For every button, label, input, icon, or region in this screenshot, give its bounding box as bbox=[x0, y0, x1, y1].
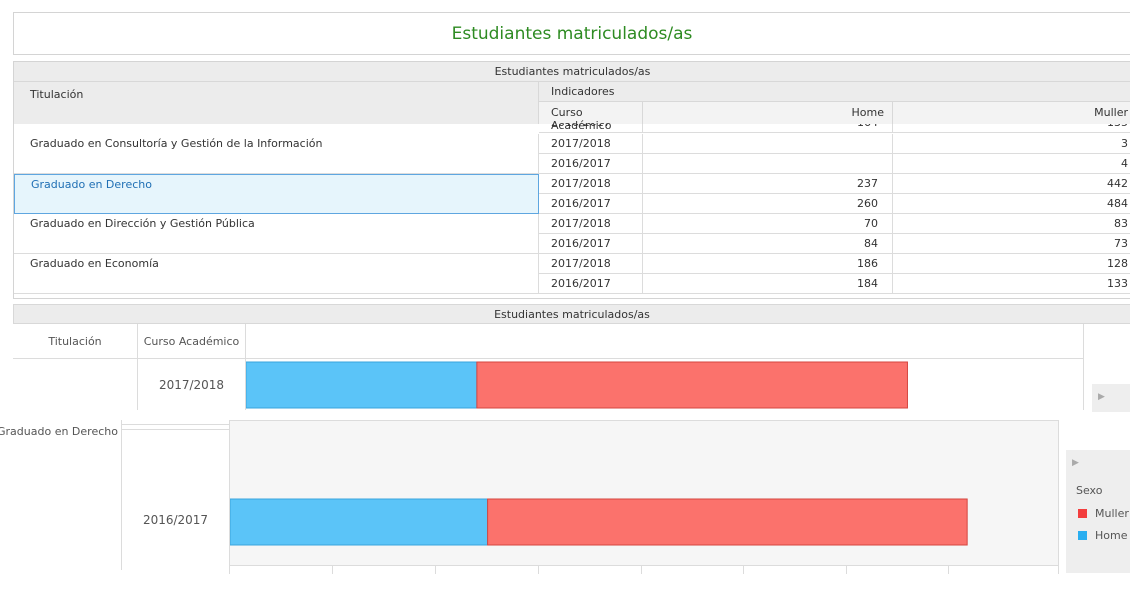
cell-curso: 2016/2017 bbox=[539, 274, 643, 294]
page-title: Estudiantes matriculados/as bbox=[451, 23, 693, 44]
cell-curso: 2017/2018 bbox=[539, 214, 643, 234]
table-row[interactable]: 2017/2018 237 442 bbox=[539, 174, 1130, 194]
cell-curso: 2016/2017 bbox=[539, 124, 643, 133]
chart-header-curso[interactable]: Curso Académico bbox=[138, 324, 246, 359]
bar-muller-2017-2018[interactable] bbox=[476, 361, 908, 409]
cell-curso: 2016/2017 bbox=[539, 194, 643, 214]
cell-muller: 73 bbox=[1114, 237, 1128, 250]
cell-home: 184 bbox=[643, 274, 893, 294]
legend: ▶ Sexo Muller Home bbox=[1066, 450, 1130, 573]
chart-caption: Estudiantes matriculados/as bbox=[13, 304, 1130, 324]
chart-category-label: 2016/2017 bbox=[142, 513, 209, 527]
cell-titulacion[interactable]: Graduado en Consultoría y Gestión de la … bbox=[14, 134, 539, 174]
page-title-bar: Estudiantes matriculados/as bbox=[13, 12, 1130, 55]
cell-muller: 135 bbox=[893, 124, 1130, 133]
cell-home: 260 bbox=[643, 194, 893, 214]
cell-home: 186 bbox=[643, 254, 893, 274]
table-row[interactable]: 2017/2018 70 83 bbox=[539, 214, 1130, 234]
cell-muller: 4 bbox=[1121, 157, 1128, 170]
table-group: Graduado en Dirección y Gestión Pública … bbox=[14, 214, 1130, 254]
cell-curso: 2017/2018 bbox=[539, 174, 643, 194]
x-tick bbox=[743, 566, 744, 574]
cell-home: 164 bbox=[643, 124, 893, 133]
cell-home bbox=[643, 154, 893, 174]
cell-muller: 3 bbox=[1121, 137, 1128, 150]
legend-title: Sexo bbox=[1076, 484, 1103, 497]
cell-muller: 133 bbox=[1107, 277, 1128, 290]
x-tick bbox=[538, 566, 539, 574]
cell-curso: 2017/2018 bbox=[539, 134, 643, 154]
header-titulacion[interactable]: Titulación bbox=[14, 82, 539, 124]
x-tick bbox=[332, 566, 333, 574]
x-tick bbox=[948, 566, 949, 574]
cell-home: 70 bbox=[643, 214, 893, 234]
cell-curso: 2016/2017 bbox=[539, 154, 643, 174]
expand-arrow-icon[interactable]: ▶ bbox=[1098, 392, 1105, 402]
chart-header-titulacion[interactable]: Titulación bbox=[13, 324, 138, 359]
header-home[interactable]: Home bbox=[643, 102, 893, 124]
header-curso-academico[interactable]: Curso Académico bbox=[539, 102, 643, 132]
chart-titulacion-label: Graduado en Derecho bbox=[0, 425, 118, 438]
x-tick bbox=[1058, 566, 1059, 574]
x-tick bbox=[641, 566, 642, 574]
cell-curso: 2017/2018 bbox=[539, 254, 643, 274]
table-row[interactable]: 2016/2017 84 73 bbox=[539, 234, 1130, 254]
cell-muller: 442 bbox=[1107, 177, 1128, 190]
cell-muller: 83 bbox=[1114, 217, 1128, 230]
pivot-body: 2016/2017 164 135 Graduado en Consultorí… bbox=[14, 124, 1130, 298]
cell-muller: 128 bbox=[1107, 257, 1128, 270]
cell-home: 84 bbox=[643, 234, 893, 254]
pivot-table: Estudiantes matriculados/as Titulación I… bbox=[13, 61, 1130, 299]
table-row[interactable]: 2017/2018 186 128 bbox=[539, 254, 1130, 274]
header-indicadores[interactable]: Indicadores bbox=[539, 82, 1130, 102]
expand-arrow-icon[interactable]: ▶ bbox=[1072, 458, 1079, 468]
table-row[interactable]: 2017/2018 3 bbox=[539, 134, 1130, 154]
x-tick bbox=[846, 566, 847, 574]
chart-category-label: 2017/2018 bbox=[138, 359, 246, 410]
chart-plot-header bbox=[246, 324, 1084, 359]
table-row[interactable]: 2016/2017 260 484 bbox=[539, 194, 1130, 214]
bar-muller-2016-2017[interactable] bbox=[487, 498, 968, 546]
chart-titulacion-cell bbox=[13, 359, 138, 410]
table-row[interactable]: 2016/2017 4 bbox=[539, 154, 1130, 174]
legend-swatch bbox=[1078, 530, 1087, 540]
bar-home-2016-2017[interactable] bbox=[229, 498, 489, 546]
bar-home-2017-2018[interactable] bbox=[245, 361, 478, 409]
chart-titulacion-text: Graduado en Derecho bbox=[0, 425, 118, 438]
legend-item-muller[interactable]: Muller bbox=[1078, 506, 1129, 520]
cell-titulacion-selected[interactable]: Graduado en Derecho bbox=[14, 174, 539, 214]
x-tick bbox=[229, 566, 230, 574]
pivot-caption: Estudiantes matriculados/as bbox=[14, 62, 1130, 82]
chart-plot-row bbox=[245, 359, 1084, 410]
bar-svg bbox=[229, 498, 968, 546]
table-row-clipped[interactable]: 2016/2017 164 135 bbox=[539, 124, 1130, 133]
table-group: Graduado en Economía 2017/2018 186 128 2… bbox=[14, 254, 1130, 294]
legend-swatch bbox=[1078, 508, 1087, 518]
cell-home bbox=[643, 134, 893, 154]
x-tick bbox=[435, 566, 436, 574]
cell-titulacion[interactable]: Graduado en Dirección y Gestión Pública bbox=[14, 214, 539, 254]
table-group-selected: Graduado en Derecho 2017/2018 237 442 20… bbox=[14, 174, 1130, 214]
legend-collapsed[interactable]: ▶ bbox=[1092, 384, 1130, 412]
table-row[interactable]: 2016/2017 184 133 bbox=[539, 274, 1130, 294]
legend-item-home[interactable]: Home bbox=[1078, 528, 1127, 542]
table-group: Graduado en Consultoría y Gestión de la … bbox=[14, 134, 1130, 174]
legend-label: Muller bbox=[1095, 506, 1129, 520]
bar-svg bbox=[245, 361, 908, 409]
header-muller[interactable]: Muller bbox=[893, 102, 1130, 124]
cell-curso: 2016/2017 bbox=[539, 234, 643, 254]
chart-plot-row bbox=[229, 420, 1059, 566]
cell-muller: 484 bbox=[1107, 197, 1128, 210]
cell-titulacion[interactable]: Graduado en Economía bbox=[14, 254, 539, 294]
chart-titulacion-column bbox=[0, 420, 122, 570]
cell-home: 237 bbox=[643, 174, 893, 194]
legend-label: Home bbox=[1095, 528, 1128, 542]
